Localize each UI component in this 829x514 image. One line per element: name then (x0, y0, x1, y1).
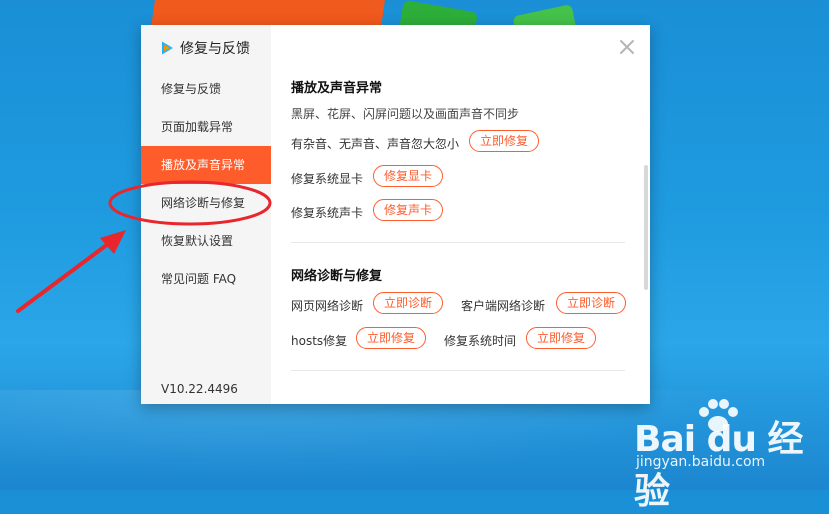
section-divider (291, 242, 625, 243)
sidebar-item-page-loading[interactable]: 页面加载异常 (141, 108, 271, 146)
fix-system-time-button[interactable]: 立即修复 (526, 327, 597, 349)
fix-sound-card-button[interactable]: 修复声卡 (373, 199, 444, 221)
repair-feedback-dialog: 修复与反馈 修复与反馈 页面加载异常 播放及声音异常 网络诊断与修复 恢复默认设… (141, 25, 650, 404)
section-title-playback: 播放及声音异常 (291, 81, 383, 96)
fix-gpu-button[interactable]: 修复显卡 (373, 165, 444, 187)
sidebar: 修复与反馈 修复与反馈 页面加载异常 播放及声音异常 网络诊断与修复 恢复默认设… (141, 25, 271, 404)
fix-system-time-label: 修复系统时间 (444, 334, 517, 348)
hosts-repair-button[interactable]: 立即修复 (356, 327, 427, 349)
playback-description: 黑屏、花屏、闪屏问题以及画面声音不同步 (291, 107, 520, 121)
web-diagnose-button[interactable]: 立即诊断 (373, 292, 444, 314)
dialog-header: 修复与反馈 (159, 38, 250, 58)
client-diagnose-button[interactable]: 立即诊断 (556, 292, 627, 314)
dialog-title: 修复与反馈 (180, 41, 250, 57)
watermark-url: jingyan.baidu.com (636, 454, 766, 470)
content-scrollbar[interactable] (644, 165, 648, 290)
sidebar-item-playback-sound[interactable]: 播放及声音异常 (141, 146, 271, 184)
sidebar-item-restore-defaults[interactable]: 恢复默认设置 (141, 222, 271, 260)
noise-issue-label: 有杂音、无声音、声音忽大忽小 (291, 137, 460, 151)
fix-noise-button[interactable]: 立即修复 (469, 130, 540, 152)
fix-gpu-label: 修复系统显卡 (291, 172, 364, 186)
sidebar-item-network-diagnosis[interactable]: 网络诊断与修复 (141, 184, 271, 222)
pointer-arrow-shaft (16, 239, 114, 313)
client-network-diagnosis-label: 客户端网络诊断 (461, 299, 546, 313)
web-network-diagnosis-label: 网页网络诊断 (291, 299, 364, 313)
pointer-arrow-head (100, 230, 126, 254)
section-title-network: 网络诊断与修复 (291, 269, 383, 284)
hosts-repair-label: hosts修复 (291, 334, 348, 348)
version-label: V10.22.4496 (161, 382, 238, 396)
content-panel: 播放及声音异常 黑屏、花屏、闪屏问题以及画面声音不同步 有杂音、无声音、声音忽大… (271, 25, 650, 404)
section-divider (291, 370, 625, 371)
sidebar-item-faq[interactable]: 常见问题 FAQ (141, 260, 271, 298)
sidebar-item-repair-feedback[interactable]: 修复与反馈 (141, 70, 271, 108)
tencent-video-logo-icon (162, 41, 173, 55)
fix-sound-card-label: 修复系统声卡 (291, 206, 364, 220)
baidu-jingyan-watermark: Bai du 经验 jingyan.baidu.com (634, 399, 824, 512)
